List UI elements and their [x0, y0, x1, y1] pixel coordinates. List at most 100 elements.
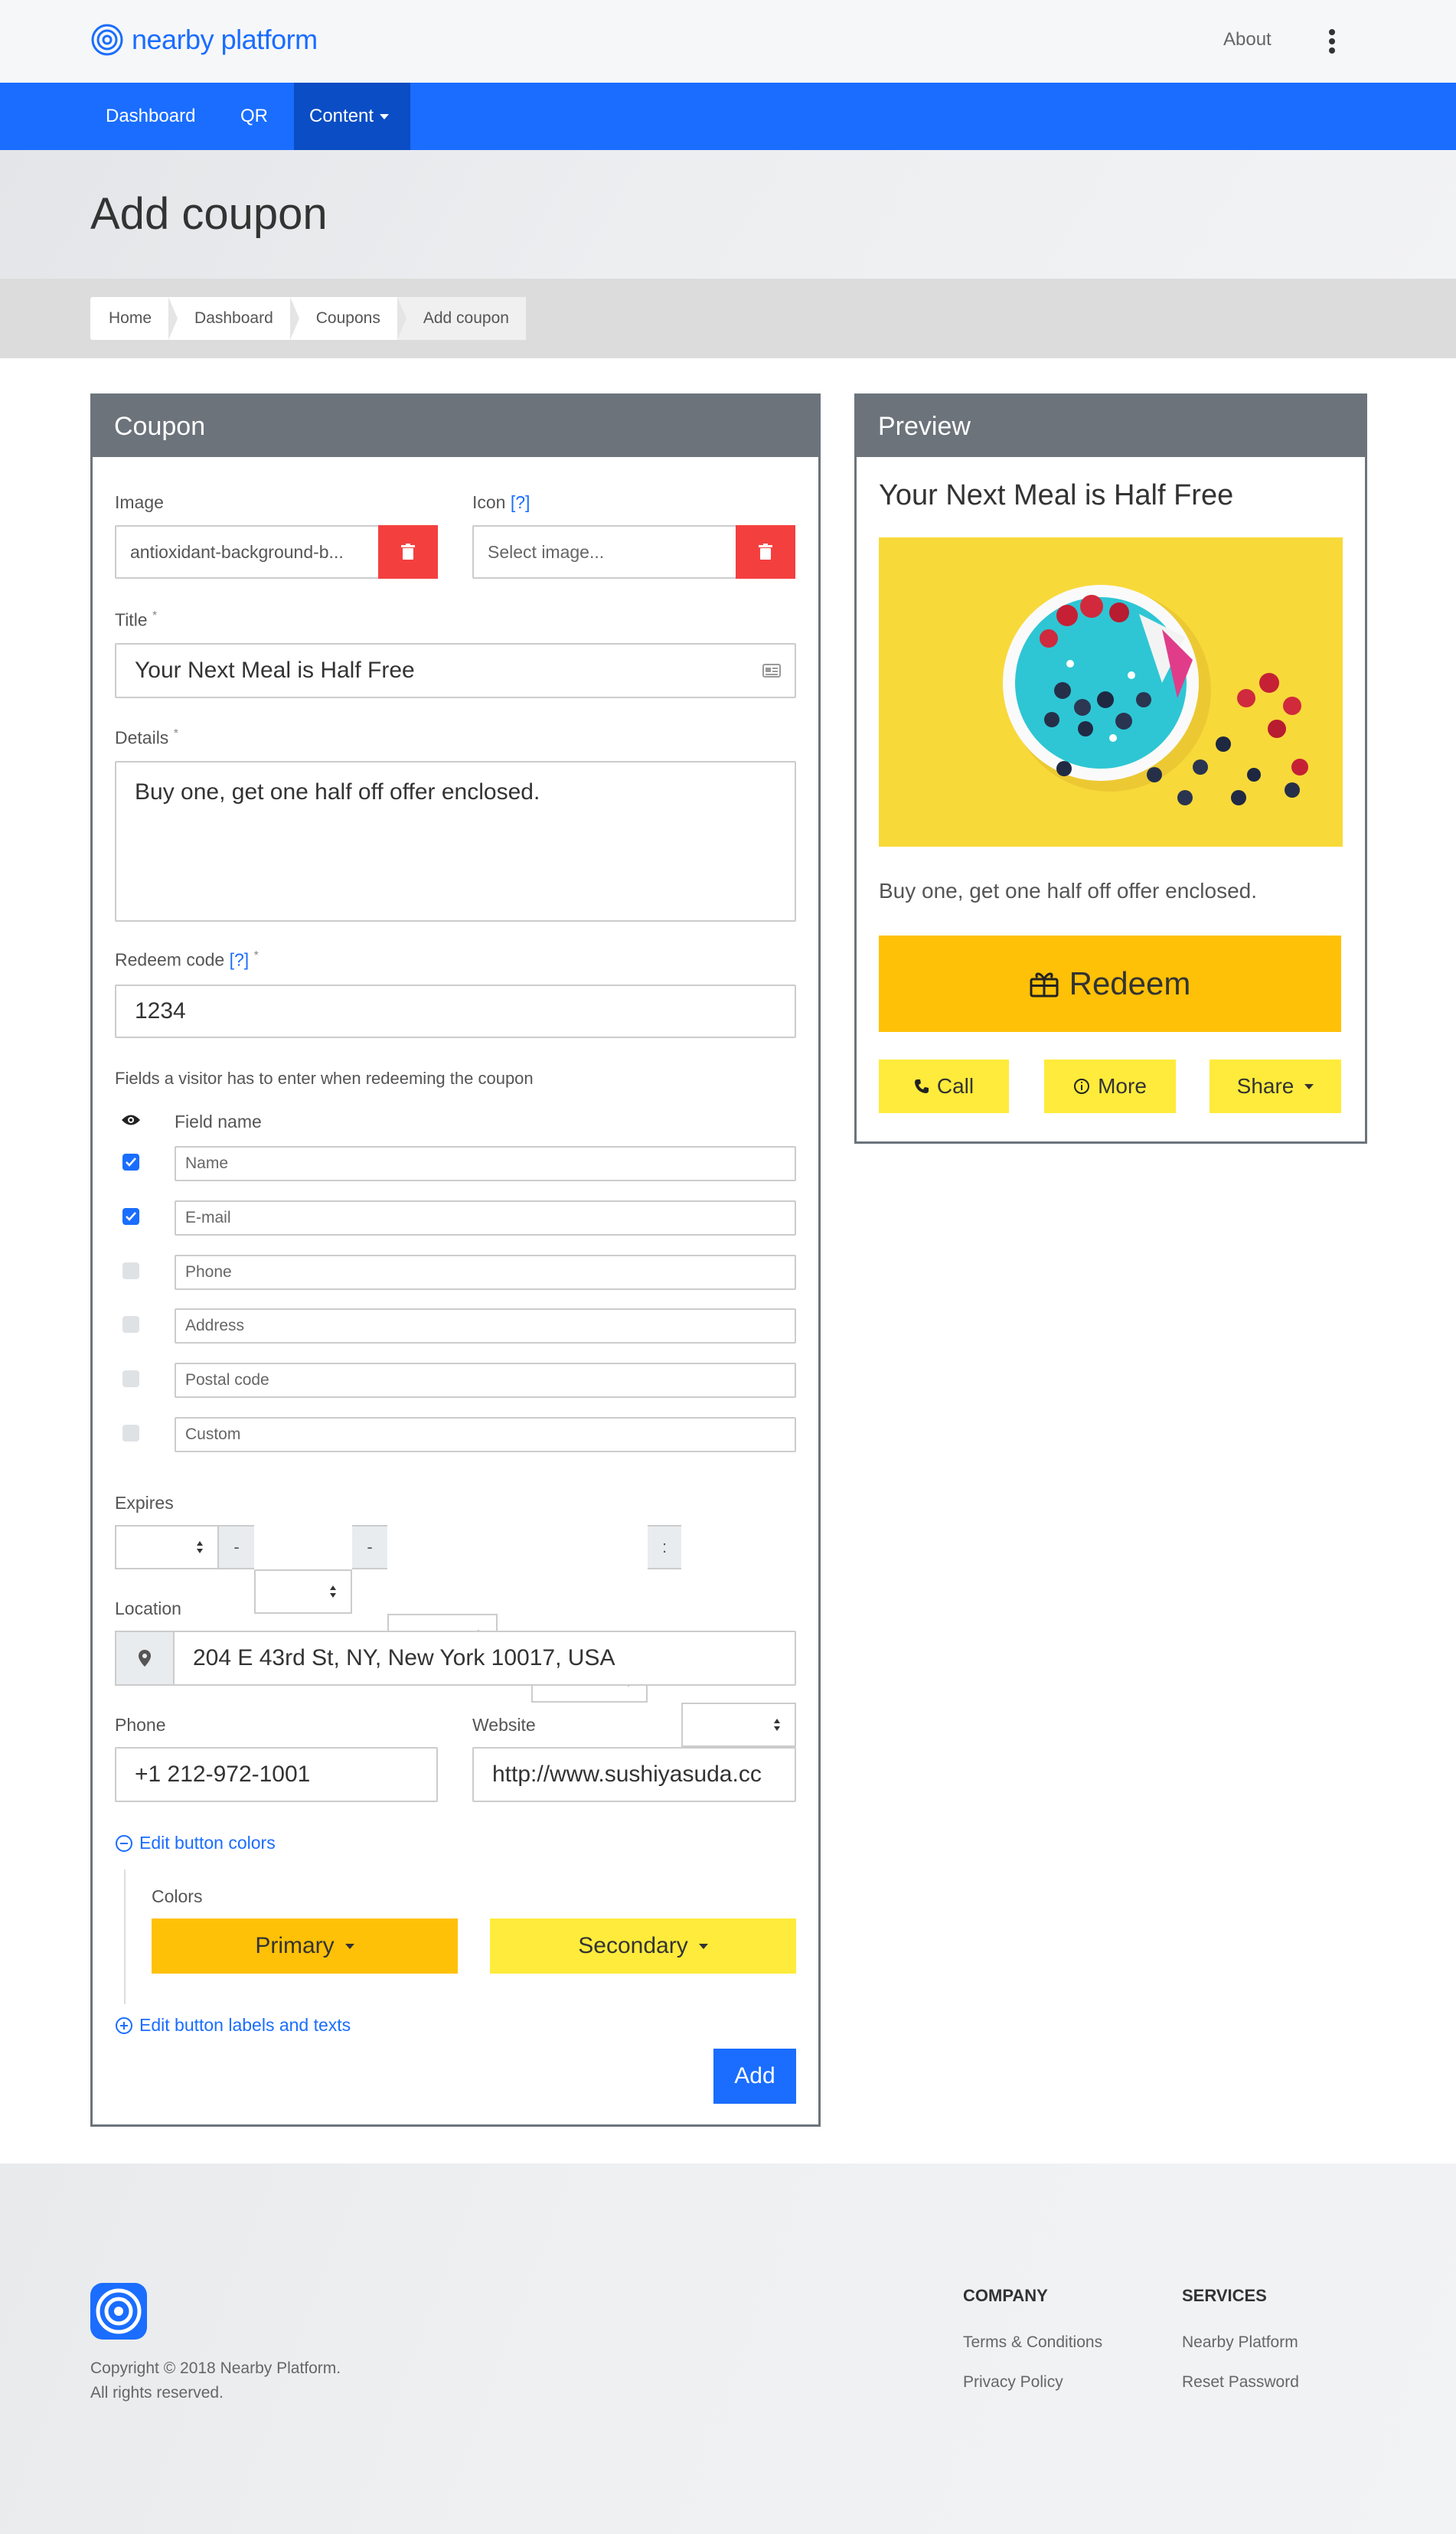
more-menu-icon[interactable]	[1324, 26, 1340, 57]
website-label: Website	[472, 1715, 536, 1735]
preview-share-button[interactable]: Share	[1210, 1060, 1341, 1113]
check-icon	[126, 1212, 136, 1221]
footer-company-heading: COMPANY	[963, 2286, 1048, 2305]
about-link[interactable]: About	[1223, 29, 1272, 51]
plus-circle-icon	[116, 2016, 132, 2034]
details-label: Details *	[115, 727, 178, 748]
image-delete-button[interactable]	[378, 525, 438, 579]
field-custom-input[interactable]: Custom	[175, 1417, 796, 1452]
colors-label: Colors	[152, 1886, 203, 1906]
field-name-checkbox[interactable]	[122, 1154, 139, 1171]
edit-button-labels-toggle[interactable]: Edit button labels and texts	[115, 2015, 351, 2036]
colors-group-rule	[124, 1869, 126, 2004]
edit-button-colors-toggle[interactable]: Edit button colors	[115, 1833, 276, 1853]
trash-icon	[401, 544, 415, 560]
title-input[interactable]: Your Next Meal is Half Free	[115, 643, 796, 698]
redeem-help-link[interactable]: [?]	[230, 950, 250, 970]
footer-services-heading: SERVICES	[1182, 2286, 1267, 2305]
add-button[interactable]: Add	[713, 2049, 796, 2104]
breadcrumb-current: Add coupon	[397, 297, 526, 340]
breadcrumb-coupons[interactable]: Coupons	[290, 297, 406, 340]
edit-button-colors-label: Edit button colors	[139, 1833, 276, 1853]
chevron-down-icon	[698, 1943, 708, 1949]
chevron-down-icon	[1304, 1083, 1314, 1089]
breadcrumb-dashboard[interactable]: Dashboard	[168, 297, 299, 340]
location-label: Location	[115, 1598, 181, 1618]
trash-icon	[759, 544, 772, 560]
footer-nearby-link[interactable]: Nearby Platform	[1182, 2333, 1298, 2352]
date-separator: -	[352, 1525, 387, 1569]
sort-arrows-icon	[330, 1585, 336, 1598]
nav-content[interactable]: Content	[294, 83, 410, 150]
copyright-line-2: All rights reserved.	[90, 2384, 224, 2402]
preview-call-button[interactable]: Call	[879, 1060, 1009, 1113]
location-addon	[115, 1631, 175, 1686]
nav-qr[interactable]: QR	[225, 83, 283, 150]
title-input-value: Your Next Meal is Half Free	[135, 658, 415, 683]
website-input[interactable]: http://www.sushiyasuda.cc	[472, 1747, 796, 1802]
nav-dashboard[interactable]: Dashboard	[90, 83, 211, 150]
eye-icon	[122, 1115, 140, 1125]
breadcrumb-home[interactable]: Home	[90, 297, 178, 340]
field-postal-input[interactable]: Postal code	[175, 1363, 796, 1398]
icon-help-link[interactable]: [?]	[511, 492, 530, 512]
expires-day-select[interactable]	[254, 1569, 352, 1614]
field-email-checkbox[interactable]	[122, 1208, 139, 1225]
expires-month-select[interactable]	[115, 1525, 219, 1569]
field-address-checkbox[interactable]	[122, 1316, 139, 1333]
preview-more-button[interactable]: More	[1044, 1060, 1176, 1113]
phone-label: Phone	[115, 1715, 166, 1735]
icon-file-input[interactable]: Select image...	[472, 525, 737, 579]
preview-panel-heading: Preview	[857, 396, 1365, 457]
preview-call-label: Call	[936, 1074, 974, 1098]
field-phone-checkbox[interactable]	[122, 1262, 139, 1279]
sort-arrows-icon	[774, 1719, 780, 1731]
primary-color-label: Primary	[255, 1933, 335, 1958]
field-name-header: Field name	[175, 1112, 262, 1131]
field-name-input[interactable]: Name	[175, 1146, 796, 1181]
footer-terms-link[interactable]: Terms & Conditions	[963, 2333, 1102, 2352]
field-email-input[interactable]: E-mail	[175, 1200, 796, 1236]
preview-details: Buy one, get one half off offer enclosed…	[879, 879, 1257, 903]
time-separator: :	[648, 1525, 681, 1569]
preview-image	[879, 537, 1343, 847]
sort-arrows-icon	[197, 1541, 203, 1553]
minus-circle-icon	[116, 1834, 132, 1852]
phone-icon	[914, 1079, 929, 1093]
footer-privacy-link[interactable]: Privacy Policy	[963, 2373, 1063, 2392]
field-address-input[interactable]: Address	[175, 1308, 796, 1344]
preview-title: Your Next Meal is Half Free	[879, 479, 1234, 511]
location-input[interactable]: 204 E 43rd St, NY, New York 10017, USA	[173, 1631, 796, 1686]
nav-content-label: Content	[309, 106, 374, 126]
field-postal-checkbox[interactable]	[122, 1370, 139, 1387]
phone-input[interactable]: +1 212-972-1001	[115, 1747, 438, 1802]
image-label: Image	[115, 492, 164, 512]
redeem-code-input[interactable]: 1234	[115, 985, 796, 1038]
image-file-input[interactable]: antioxidant-background-b...	[115, 525, 380, 579]
icon-label: Icon [?]	[472, 492, 530, 512]
preview-more-label: More	[1098, 1074, 1147, 1098]
footer-reset-password-link[interactable]: Reset Password	[1182, 2373, 1299, 2392]
chevron-down-icon	[380, 114, 390, 120]
preview-redeem-button[interactable]: Redeem	[879, 936, 1341, 1032]
edit-button-labels-label: Edit button labels and texts	[139, 2015, 351, 2035]
details-textarea[interactable]: Buy one, get one half off offer enclosed…	[115, 761, 796, 922]
secondary-color-label: Secondary	[578, 1933, 688, 1958]
expires-label: Expires	[115, 1493, 174, 1513]
field-phone-input[interactable]: Phone	[175, 1255, 796, 1290]
field-custom-checkbox[interactable]	[122, 1425, 139, 1442]
preview-redeem-label: Redeem	[1069, 965, 1191, 1001]
date-separator: -	[219, 1525, 254, 1569]
icon-delete-button[interactable]	[736, 525, 795, 579]
info-icon	[1074, 1079, 1090, 1094]
map-marker-icon	[139, 1650, 151, 1667]
preview-share-label: Share	[1236, 1074, 1294, 1098]
primary-color-button[interactable]: Primary	[152, 1918, 458, 1974]
expires-minute-select[interactable]	[681, 1703, 796, 1747]
secondary-color-button[interactable]: Secondary	[490, 1918, 796, 1974]
title-label: Title *	[115, 609, 158, 630]
brand-logo[interactable]: nearby platform	[90, 23, 318, 57]
gift-icon	[1030, 972, 1059, 998]
nearby-logo-icon	[91, 24, 123, 56]
chevron-down-icon	[344, 1943, 354, 1949]
